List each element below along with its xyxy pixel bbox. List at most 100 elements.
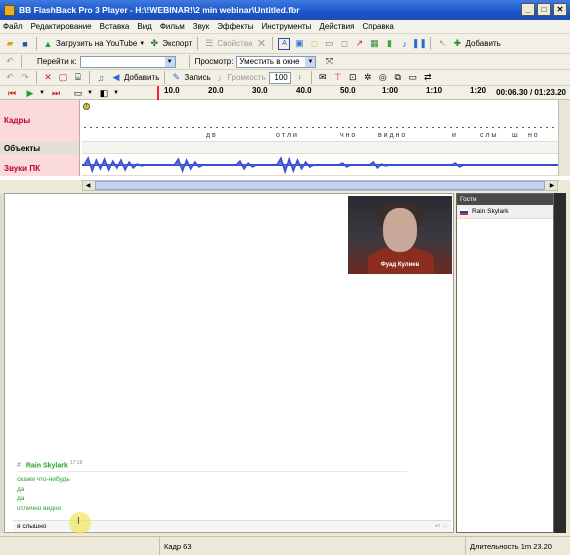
chevron-down-icon[interactable]: ▼	[164, 56, 175, 67]
go-start-icon[interactable]: ⏮	[6, 87, 18, 99]
export-button[interactable]: ✤ Экспорт	[148, 38, 192, 50]
frame-icon[interactable]: ▭	[407, 72, 419, 84]
chevron-down-icon[interactable]: ▼	[305, 56, 316, 67]
image-icon[interactable]: ▣	[293, 38, 305, 50]
cut-frames-icon[interactable]: ▢	[57, 72, 69, 84]
maximize-button[interactable]: □	[537, 3, 551, 16]
undo-icon[interactable]: ↶	[4, 72, 16, 84]
highlight-icon[interactable]: □	[308, 38, 320, 50]
rectangle-icon[interactable]: □	[338, 38, 350, 50]
scroll-left-icon[interactable]: ◀	[83, 181, 93, 190]
menu-edit[interactable]: Редактирование	[31, 22, 92, 31]
redo-icon[interactable]: ↷	[19, 72, 31, 84]
timeline-hscroll[interactable]: ◀ ▶	[82, 180, 558, 191]
pause-object-icon[interactable]: ❚❚	[412, 38, 427, 50]
chevron-down-icon[interactable]: ▼	[139, 41, 145, 47]
audio-track-label[interactable]: Звуки ПК	[0, 154, 80, 176]
transition-icon[interactable]: ⇄	[422, 72, 434, 84]
audio-track[interactable]	[82, 154, 558, 176]
total-time: 01:23.20	[534, 88, 566, 97]
view-combo[interactable]: Уместить в окне ▼	[236, 55, 317, 68]
menu-effects[interactable]: Эффекты	[217, 22, 253, 31]
add-object-label: Добавить	[465, 39, 501, 48]
chat-input-text: я слышно	[17, 523, 47, 530]
upload-arrow-icon: ▲	[43, 38, 53, 49]
volume-spinner[interactable]: 100	[268, 71, 291, 84]
ruler-tick: 1:20	[470, 86, 487, 95]
screen-icon[interactable]: ▭	[72, 87, 84, 99]
cursor-icon[interactable]: ↖	[436, 38, 448, 50]
settings-icon[interactable]: ✲	[362, 72, 374, 84]
scroll-thumb[interactable]	[95, 181, 545, 190]
recording-canvas[interactable]: Фуад Кулиев # Rain Skylark 17:19 скажи ч…	[4, 193, 454, 534]
add-audio-button[interactable]: ◀ Добавить	[110, 72, 160, 84]
toolbar-separator	[188, 55, 190, 68]
split-icon[interactable]: ⊤	[332, 72, 344, 84]
export-icon: ✤	[150, 38, 158, 48]
ruler-tick: 20.0	[208, 86, 224, 95]
minimize-button[interactable]: _	[521, 3, 535, 16]
chevron-down-icon[interactable]: ▼	[110, 87, 122, 99]
loudness-button[interactable]: ♪ Громкость	[214, 72, 265, 84]
menu-insert[interactable]: Вставка	[100, 22, 130, 31]
menu-movie[interactable]: Фильм	[160, 22, 185, 31]
open-folder-icon[interactable]: ▰	[4, 38, 16, 50]
record-audio-button[interactable]: ✎ Запись	[170, 72, 211, 84]
frames-track[interactable]: ! д в о т л и ч н о в и д н о и с л ы ш …	[82, 100, 558, 142]
toolbar-separator	[36, 71, 37, 84]
cursor-highlight	[69, 512, 91, 534]
menu-tools[interactable]: Инструменты	[262, 22, 312, 31]
go-end-icon[interactable]: ⏭	[50, 87, 62, 99]
send-icon[interactable]: ↵ ○	[435, 522, 447, 530]
timeline-vscroll[interactable]	[558, 100, 570, 176]
menu-file[interactable]: Файл	[3, 22, 23, 31]
webcam-person-face	[383, 208, 417, 252]
cursor-effect-icon[interactable]: ◎	[377, 72, 389, 84]
marker-icon[interactable]: ⊡	[347, 72, 359, 84]
chevron-down-icon[interactable]: ▼	[36, 87, 48, 99]
text-box-icon[interactable]: A	[278, 37, 291, 50]
arrow-icon[interactable]: ↗	[353, 38, 365, 50]
volume-spin-icon[interactable]: ↕	[294, 72, 306, 84]
menu-help[interactable]: Справка	[362, 22, 393, 31]
chevron-down-icon[interactable]: ▼	[84, 87, 96, 99]
audio-settings-icon[interactable]: ♫	[95, 72, 107, 84]
undo-icon[interactable]: ↶	[4, 56, 16, 68]
frame-text: в и д н о	[378, 132, 406, 139]
loudness-icon: ♪	[217, 72, 222, 83]
menu-actions[interactable]: Действия	[319, 22, 354, 31]
blur-icon[interactable]: ▮	[383, 38, 395, 50]
button-object-icon[interactable]: ▭	[323, 38, 335, 50]
envelope-icon[interactable]: ✉	[317, 72, 329, 84]
upload-youtube-button[interactable]: ▲ Загрузить на YouTube ▼	[42, 38, 146, 50]
toolbar-separator	[89, 71, 90, 84]
copy-icon[interactable]: ⧉	[392, 72, 404, 84]
close-button[interactable]: ✕	[553, 3, 567, 16]
crop-icon[interactable]: ⌸	[72, 72, 84, 84]
frames-track-label[interactable]: Кадры	[0, 100, 80, 142]
upload-youtube-label: Загрузить на YouTube	[56, 39, 138, 48]
window-title: BB FlashBack Pro 3 Player - H:\!WEBINAR!…	[19, 5, 300, 15]
objects-track-label[interactable]: Объекты	[0, 142, 80, 154]
guest-item[interactable]: Rain Skylark	[457, 205, 553, 219]
objects-track[interactable]	[82, 142, 558, 154]
delete-frames-icon[interactable]: ✕	[42, 72, 54, 84]
sound-object-icon[interactable]: ♪	[398, 38, 410, 50]
frame-text: и	[452, 132, 456, 139]
scroll-right-icon[interactable]: ▶	[547, 181, 557, 190]
goto-combo[interactable]: ▼	[79, 55, 176, 68]
menu-view[interactable]: Вид	[137, 22, 151, 31]
properties-button[interactable]: ☰ Свойства	[203, 38, 252, 50]
fit-window-icon[interactable]: ⤧	[323, 56, 335, 68]
view-icon[interactable]: ◧	[98, 87, 110, 99]
play-icon[interactable]: ▶	[24, 87, 36, 99]
marker-warning-icon[interactable]: !	[83, 103, 90, 110]
timeline-ruler[interactable]: ⏮ ▶ ▼ ⏭ ▭ ▼ ◧ ▼ 10.0 20.0 30.0 40.0 50.0…	[0, 86, 570, 100]
video-object-icon[interactable]: ▦	[368, 38, 380, 50]
save-icon[interactable]: ■	[19, 38, 31, 50]
record-label: Запись	[184, 73, 211, 82]
add-object-button[interactable]: ✚ Добавить	[451, 38, 501, 50]
menu-sound[interactable]: Звук	[193, 22, 209, 31]
delete-icon[interactable]: ✕	[255, 38, 267, 50]
playhead-marker[interactable]	[157, 86, 159, 100]
